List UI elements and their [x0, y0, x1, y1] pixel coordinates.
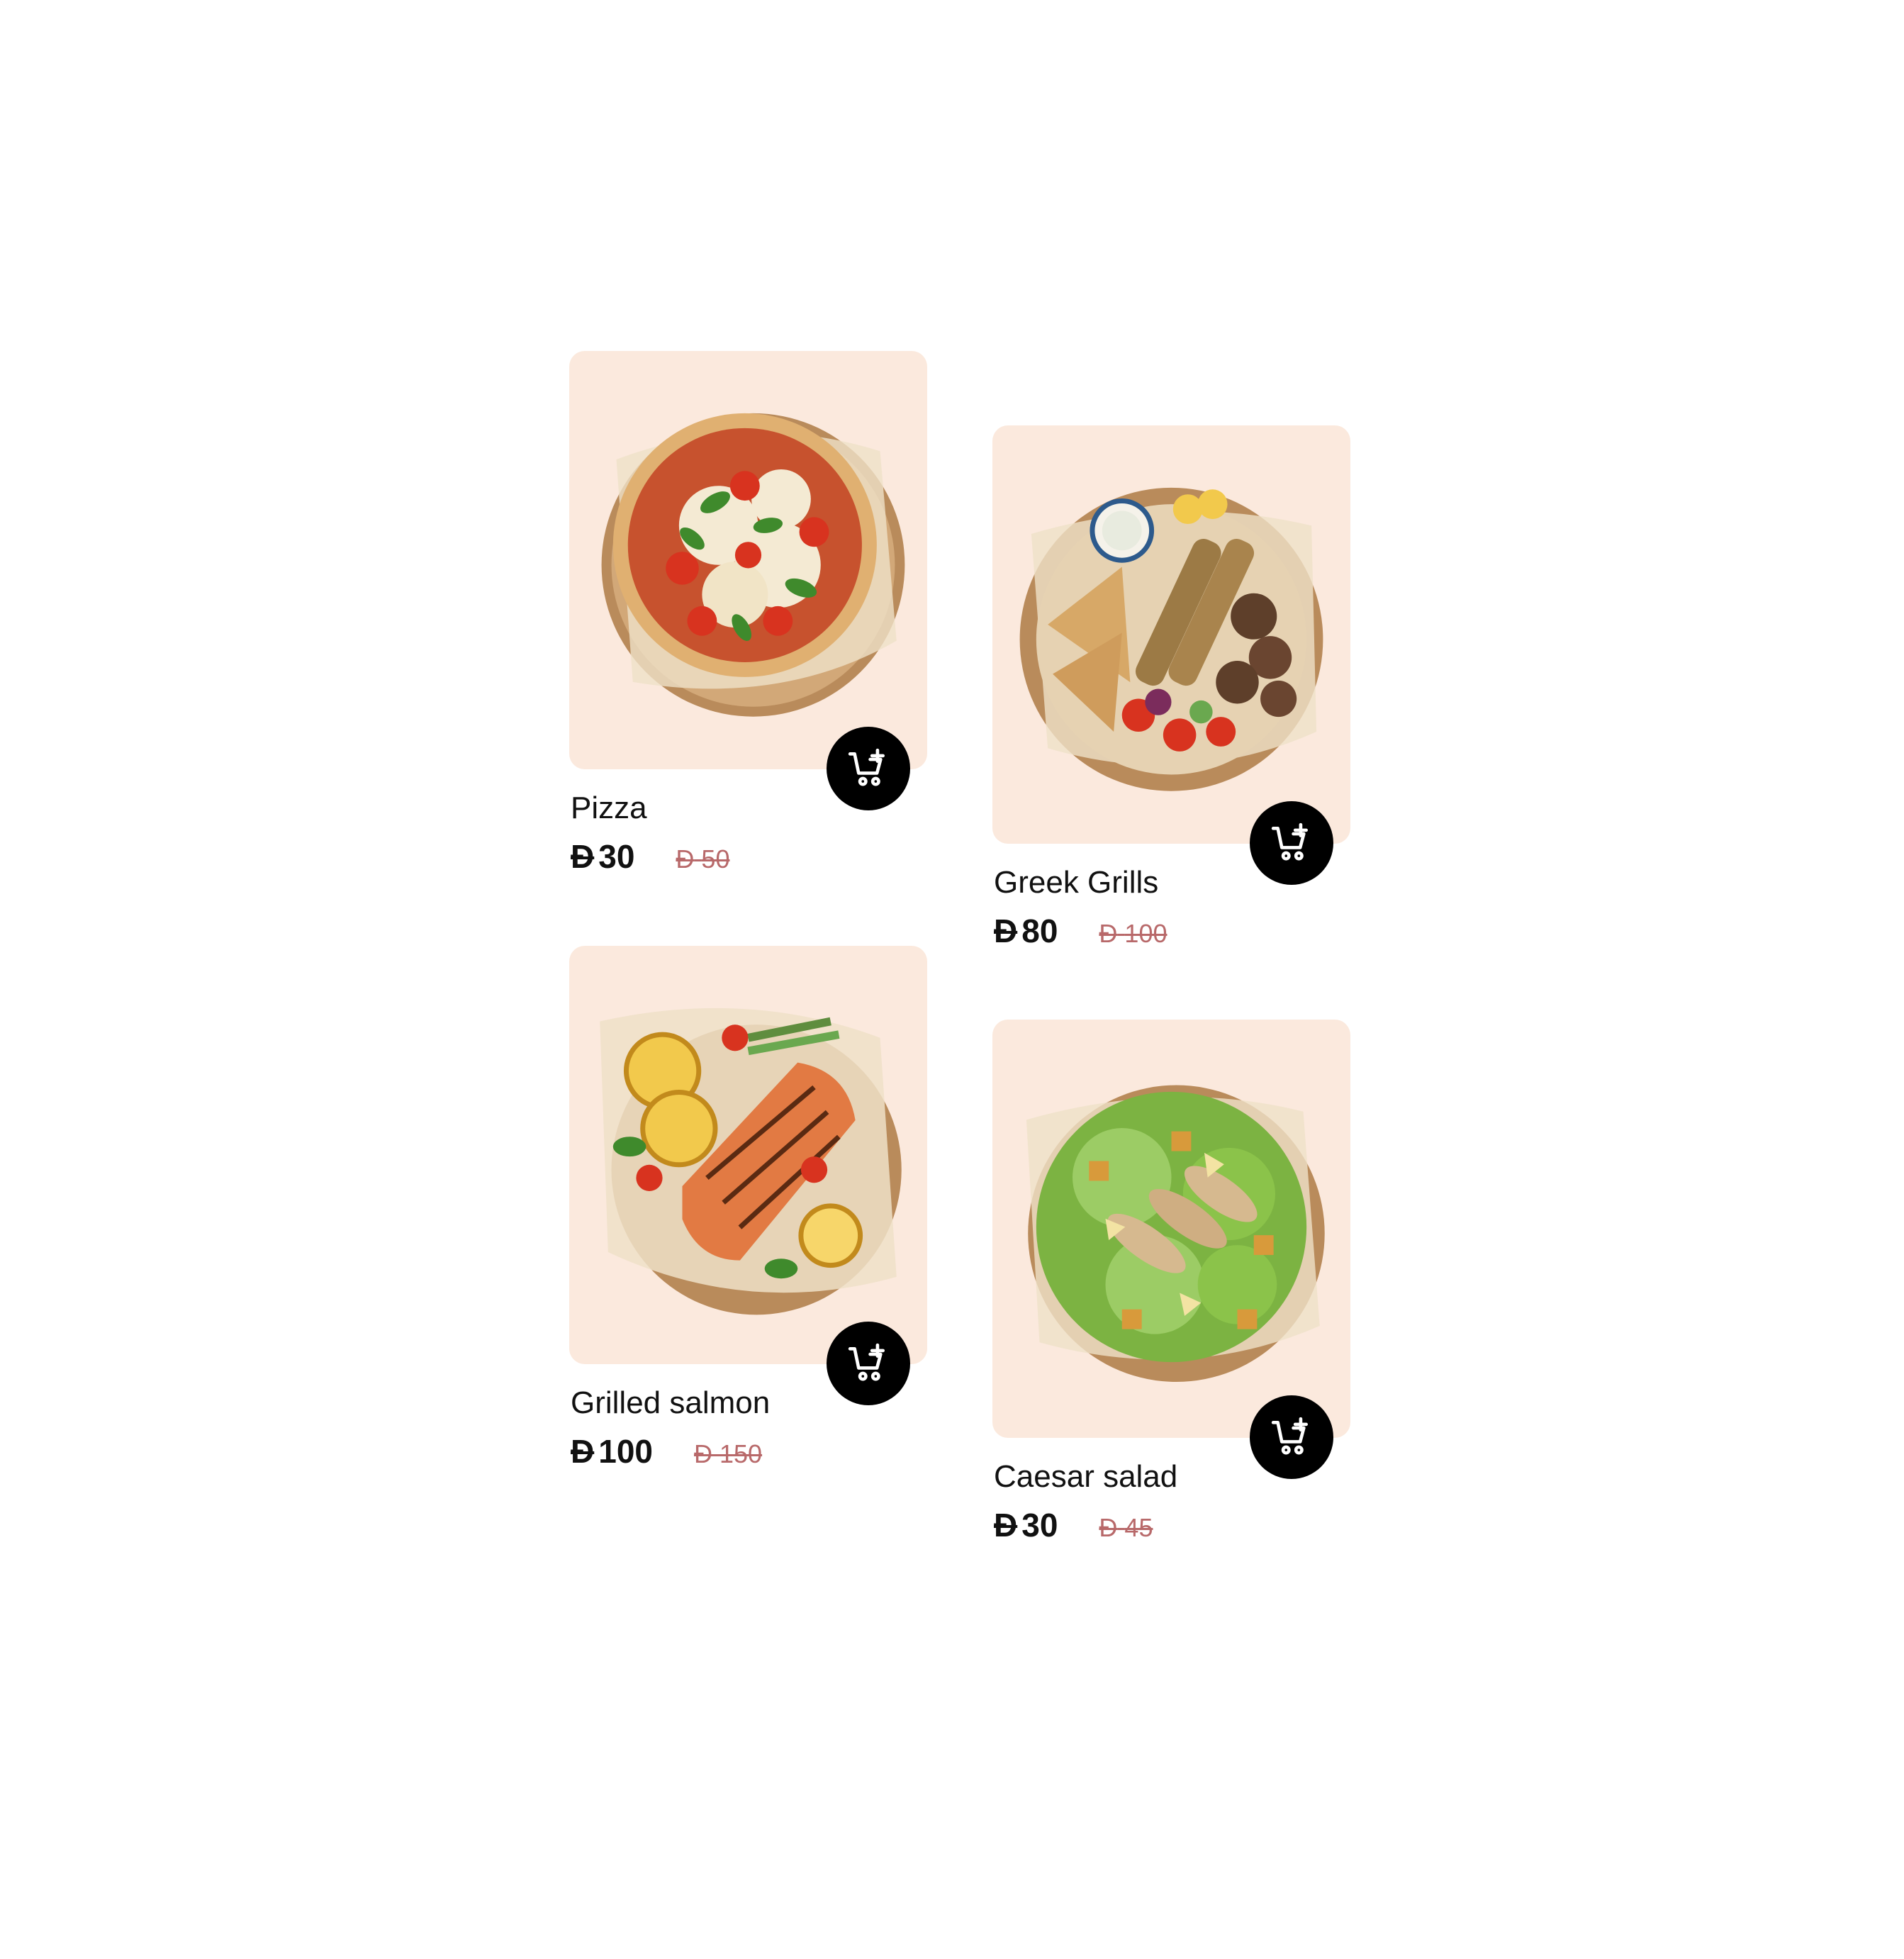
- price-row: Đ 30 Đ 45: [994, 1506, 1350, 1544]
- original-price: Đ 100: [1099, 919, 1167, 948]
- product-image-frame: [569, 351, 927, 810]
- current-price: 80: [1021, 912, 1058, 949]
- add-to-cart-button[interactable]: [1250, 801, 1333, 885]
- product-image-frame: [992, 1020, 1350, 1479]
- caesar-salad-image: [1026, 1085, 1325, 1383]
- cart-plus-icon: [1271, 822, 1308, 861]
- product-card[interactable]: Greek Grills Đ 80 Đ 100: [992, 425, 1350, 950]
- currency-symbol: Đ: [571, 838, 595, 875]
- price-row: Đ 100 Đ 150: [571, 1432, 927, 1470]
- add-to-cart-button[interactable]: [827, 1322, 910, 1405]
- original-price: Đ 150: [693, 1439, 763, 1468]
- pizza-image: [601, 413, 905, 717]
- original-price: Đ 50: [676, 844, 730, 874]
- cart-plus-icon: [848, 748, 885, 786]
- grilled-salmon-image: [600, 1008, 902, 1315]
- product-card[interactable]: Pizza Đ 30 Đ 50: [569, 351, 927, 876]
- price-row: Đ 80 Đ 100: [994, 912, 1350, 950]
- current-price: 30: [598, 838, 635, 875]
- greek-grill-platter-image: [1019, 487, 1323, 791]
- current-price: 100: [598, 1433, 653, 1470]
- product-image-frame: [992, 425, 1350, 885]
- cart-plus-icon: [848, 1343, 885, 1381]
- product-card[interactable]: Grilled salmon Đ 100 Đ 150: [569, 946, 927, 1470]
- price-row: Đ 30 Đ 50: [571, 837, 927, 876]
- product-image-frame: [569, 946, 927, 1405]
- cart-plus-icon: [1271, 1417, 1308, 1455]
- add-to-cart-button[interactable]: [1250, 1395, 1333, 1479]
- current-price: 30: [1021, 1507, 1058, 1544]
- add-to-cart-button[interactable]: [827, 727, 910, 810]
- currency-symbol: Đ: [994, 1507, 1018, 1544]
- currency-symbol: Đ: [571, 1433, 595, 1470]
- original-price: Đ 45: [1099, 1513, 1153, 1542]
- product-card[interactable]: Caesar salad Đ 30 Đ 45: [992, 1020, 1350, 1544]
- currency-symbol: Đ: [994, 912, 1018, 949]
